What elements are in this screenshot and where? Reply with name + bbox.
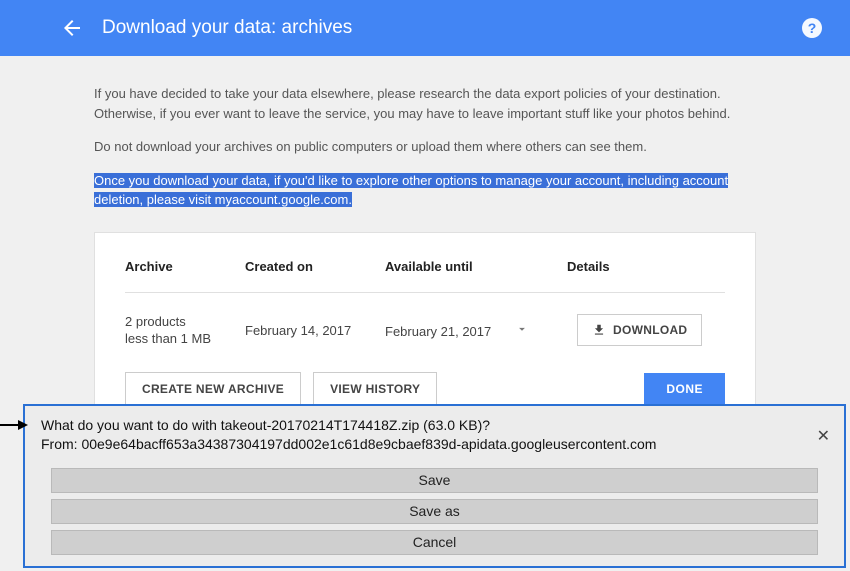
dialog-question: What do you want to do with takeout-2017… bbox=[41, 416, 828, 435]
col-header-details: Details bbox=[567, 259, 725, 274]
app-header: Download your data: archives ? bbox=[0, 0, 850, 56]
available-text: February 21, 2017 bbox=[385, 324, 491, 339]
archive-cell: 2 products less than 1 MB bbox=[125, 313, 245, 348]
archive-line2: less than 1 MB bbox=[125, 330, 245, 348]
intro-paragraph-1: If you have decided to take your data el… bbox=[94, 84, 756, 123]
intro-paragraph-2: Do not download your archives on public … bbox=[94, 137, 756, 157]
cancel-button[interactable]: Cancel bbox=[51, 530, 818, 555]
download-label: DOWNLOAD bbox=[613, 323, 687, 337]
col-header-available: Available until bbox=[385, 259, 567, 274]
create-archive-button[interactable]: CREATE NEW ARCHIVE bbox=[125, 372, 301, 406]
page-title: Download your data: archives bbox=[102, 17, 800, 39]
details-cell: DOWNLOAD bbox=[567, 314, 725, 346]
intro-paragraph-3: Once you download your data, if you'd li… bbox=[94, 171, 756, 210]
archive-card: Archive Created on Available until Detai… bbox=[94, 232, 756, 427]
download-button[interactable]: DOWNLOAD bbox=[577, 314, 702, 346]
card-actions: CREATE NEW ARCHIVE VIEW HISTORY DONE bbox=[125, 372, 725, 406]
back-arrow-icon[interactable] bbox=[60, 16, 84, 40]
col-header-archive: Archive bbox=[125, 259, 245, 274]
table-row: 2 products less than 1 MB February 14, 2… bbox=[125, 313, 725, 348]
done-button[interactable]: DONE bbox=[644, 373, 725, 405]
close-icon[interactable]: ✕ bbox=[817, 426, 830, 446]
annotation-arrow-icon bbox=[0, 416, 28, 434]
content-area: If you have decided to take your data el… bbox=[0, 56, 850, 427]
archive-line1: 2 products bbox=[125, 313, 245, 331]
col-header-created: Created on bbox=[245, 259, 385, 274]
help-icon[interactable]: ? bbox=[800, 16, 824, 40]
available-cell: February 21, 2017 bbox=[385, 322, 567, 339]
view-history-button[interactable]: VIEW HISTORY bbox=[313, 372, 437, 406]
dialog-from: From: 00e9e64bacff653a34387304197dd002e1… bbox=[41, 435, 828, 454]
table-header: Archive Created on Available until Detai… bbox=[125, 259, 725, 293]
dialog-buttons: Save Save as Cancel bbox=[41, 468, 828, 555]
highlighted-text: Once you download your data, if you'd li… bbox=[94, 173, 728, 208]
save-as-button[interactable]: Save as bbox=[51, 499, 818, 524]
created-cell: February 14, 2017 bbox=[245, 323, 385, 338]
download-icon bbox=[592, 323, 606, 337]
download-prompt-dialog: ✕ What do you want to do with takeout-20… bbox=[23, 404, 846, 568]
save-button[interactable]: Save bbox=[51, 468, 818, 493]
chevron-down-icon[interactable] bbox=[515, 322, 529, 339]
svg-text:?: ? bbox=[808, 20, 817, 36]
